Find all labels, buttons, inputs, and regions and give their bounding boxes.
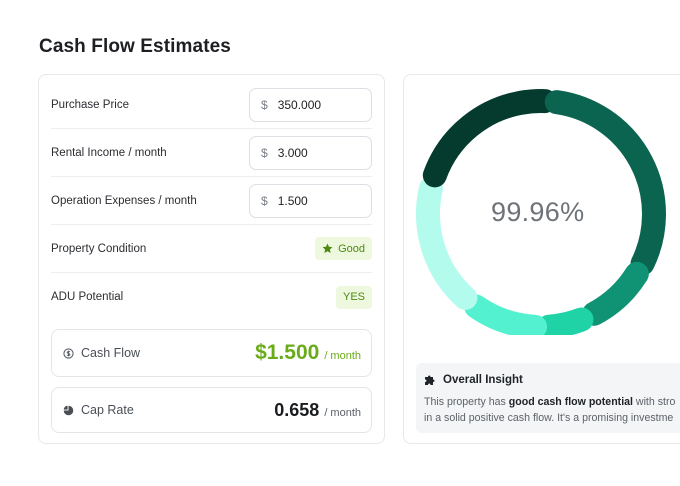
insight-text-line2: in a solid positive cash flow. It's a pr… <box>424 412 674 424</box>
rental-income-label: Rental Income / month <box>51 146 167 159</box>
cash-flow-icon <box>63 347 74 359</box>
rental-income-value: 3.000 <box>277 145 308 160</box>
purchase-price-input[interactable]: $ 350.000 <box>249 87 372 122</box>
star-icon <box>322 243 333 253</box>
rental-income-input[interactable]: $ 3.000 <box>249 135 372 170</box>
page-title: Cash Flow Estimates <box>39 36 231 57</box>
insight-text-bold: good cash flow potential <box>508 396 633 408</box>
adu-potential-badge: YES <box>335 285 372 309</box>
property-condition-value: Good <box>338 242 365 255</box>
donut-segment-teal <box>536 307 594 335</box>
cap-rate-metric: Cap Rate 0.658 / month <box>51 387 372 433</box>
puzzle-icon <box>425 375 435 385</box>
cap-rate-value: 0.658 <box>274 399 320 420</box>
adu-potential-label: ADU Potential <box>51 291 124 303</box>
donut-segment-main <box>544 90 666 276</box>
operation-expenses-row: Operation Expenses / month $ 1.500 <box>51 177 372 225</box>
insight-panel: Overall Insight This property has good c… <box>416 363 680 433</box>
operation-expenses-input[interactable]: $ 1.500 <box>249 183 372 218</box>
property-condition-row: Property Condition Good <box>51 225 372 273</box>
donut-segment-pale <box>416 176 478 310</box>
property-condition-label: Property Condition <box>51 242 147 255</box>
operation-expenses-label: Operation Expenses / month <box>51 194 197 207</box>
currency-symbol: $ <box>261 145 268 160</box>
donut-segment-mint <box>464 294 548 335</box>
currency-symbol: $ <box>261 193 268 208</box>
cash-flow-value: $1.500 <box>255 341 320 364</box>
purchase-price-label: Purchase Price <box>51 98 129 111</box>
cash-flow-unit: / month <box>324 350 361 362</box>
insight-text: This property has good cash flow potenti… <box>424 394 680 426</box>
purchase-price-row: Purchase Price $ 350.000 <box>51 81 372 129</box>
adu-potential-row: ADU Potential YES <box>51 273 372 321</box>
insight-text-part: This property has <box>424 396 509 408</box>
property-condition-badge: Good <box>315 237 372 260</box>
donut-center-value: 99.96% <box>491 197 585 227</box>
cap-rate-unit: / month <box>324 406 361 419</box>
donut-segment-green <box>582 261 649 326</box>
estimates-card: Purchase Price $ 350.000 Rental Income /… <box>38 74 385 444</box>
currency-symbol: $ <box>261 97 268 112</box>
insight-title: Overall Insight <box>443 374 523 386</box>
cash-flow-label: Cash Flow <box>81 346 141 360</box>
pie-chart-icon <box>63 405 74 415</box>
insight-text-part: with stro <box>632 396 676 408</box>
cap-rate-label: Cap Rate <box>81 403 134 417</box>
donut-segment-darkest <box>422 90 538 188</box>
cash-flow-metric: Cash Flow $1.500 / month <box>51 329 372 377</box>
chart-card: 99.96% Overall Insight This property has… <box>403 74 680 444</box>
rental-income-row: Rental Income / month $ 3.000 <box>51 129 372 177</box>
purchase-price-value: 350.000 <box>277 97 322 112</box>
operation-expenses-value: 1.500 <box>277 193 308 208</box>
